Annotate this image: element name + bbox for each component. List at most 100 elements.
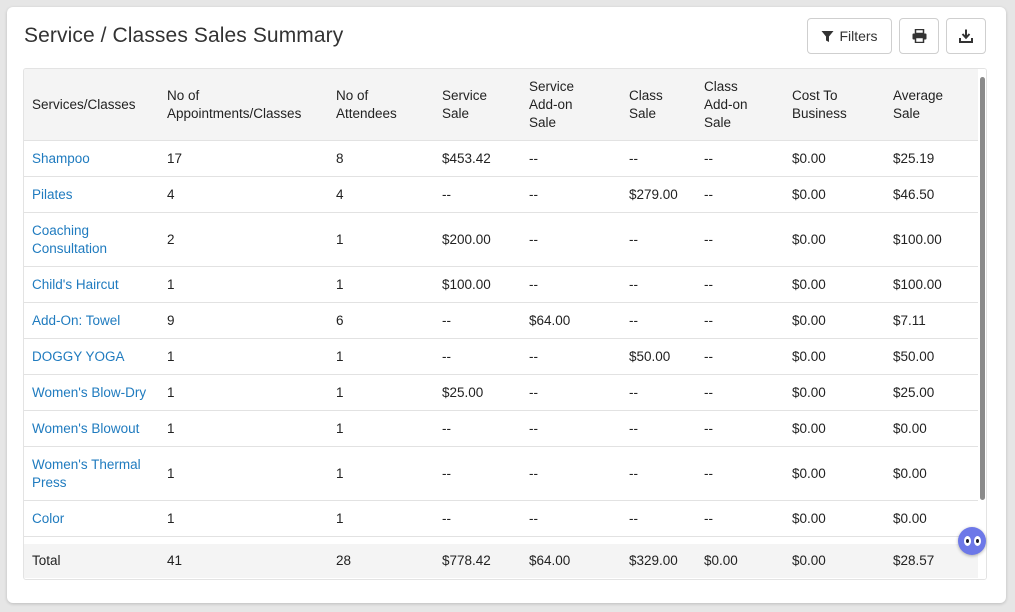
table-cell: --: [521, 266, 621, 303]
column-header[interactable]: Class Add-on Sale: [696, 69, 784, 141]
chat-bot-eye: [973, 536, 981, 546]
table-cell: $25.19: [885, 140, 978, 177]
table-cell: --: [521, 374, 621, 411]
table-row: Child's Haircut 1 1 $100.00 -- -- -- $0.00 $100.…: [24, 266, 978, 303]
table-cell: --: [434, 446, 521, 501]
service-link[interactable]: Women's Blow-Dry: [32, 385, 146, 400]
table-cell: $0.00: [784, 266, 885, 303]
table-cell: 1: [328, 500, 434, 537]
table-cell: 1: [159, 446, 328, 501]
table-cell: $50.00: [621, 338, 696, 375]
table-cell: 9: [159, 302, 328, 339]
service-link[interactable]: Add-On: Towel: [32, 313, 120, 328]
table-cell: 17: [159, 140, 328, 177]
table-cell: --: [434, 410, 521, 447]
column-header[interactable]: Cost To Business: [784, 69, 885, 141]
column-header[interactable]: Services/Classes: [24, 69, 159, 141]
download-icon: [959, 29, 973, 43]
total-cell: $0.00: [696, 544, 784, 578]
service-cell: Pilates: [24, 176, 159, 213]
table-row: Color 1 1 -- -- -- -- $0.00 $0.00: [24, 500, 978, 537]
table-cell: --: [521, 176, 621, 213]
table-row: Add-On: Towel 9 6 -- $64.00 -- -- $0.00 $7.11: [24, 302, 978, 339]
table-cell: --: [696, 212, 784, 267]
table-cell: --: [696, 374, 784, 411]
table-cell: $100.00: [885, 266, 978, 303]
table-cell: --: [434, 302, 521, 339]
table-cell: $64.00: [521, 302, 621, 339]
table-cell: $200.00: [434, 212, 521, 267]
table-cell: $0.00: [784, 212, 885, 267]
table-cell: --: [521, 212, 621, 267]
table-cell: 2: [159, 212, 328, 267]
table-spacer: [24, 537, 978, 545]
table-cell: --: [521, 410, 621, 447]
table-cell: 1: [328, 266, 434, 303]
column-header-label: Service Sale: [442, 87, 488, 121]
table-cell: --: [434, 500, 521, 537]
table-cell: $0.00: [784, 410, 885, 447]
table-cell: 1: [328, 446, 434, 501]
table-cell: 4: [159, 176, 328, 213]
table-cell: $100.00: [885, 212, 978, 267]
print-icon: [912, 29, 927, 43]
service-link[interactable]: Coaching Consultation: [32, 222, 122, 258]
table-cell: $25.00: [885, 374, 978, 411]
table-cell: --: [621, 212, 696, 267]
table-cell: --: [621, 446, 696, 501]
service-link[interactable]: Pilates: [32, 187, 73, 202]
service-link[interactable]: Child's Haircut: [32, 277, 119, 292]
table-header-row: Services/Classes No of Appointments/Clas…: [24, 69, 978, 141]
service-link[interactable]: DOGGY YOGA: [32, 349, 125, 364]
table-cell: $0.00: [784, 374, 885, 411]
scrollbar-thumb[interactable]: [980, 77, 985, 500]
table-cell: $0.00: [885, 410, 978, 447]
print-button[interactable]: [899, 18, 939, 54]
table-cell: 1: [159, 266, 328, 303]
table-cell: $0.00: [784, 302, 885, 339]
table-cell: --: [696, 446, 784, 501]
table-cell: 1: [159, 338, 328, 375]
service-cell: DOGGY YOGA: [24, 338, 159, 375]
table-cell: --: [696, 140, 784, 177]
service-cell: Women's Thermal Press: [24, 446, 159, 501]
table-cell: --: [434, 338, 521, 375]
download-button[interactable]: [946, 18, 986, 54]
column-header[interactable]: Service Add-on Sale: [521, 69, 621, 141]
table-cell: --: [521, 500, 621, 537]
table-cell: $25.00: [434, 374, 521, 411]
table-cell: --: [696, 500, 784, 537]
table-cell: $0.00: [784, 338, 885, 375]
service-link[interactable]: Color: [32, 511, 64, 526]
table-row: Shampoo 17 8 $453.42 -- -- -- $0.00 $25.19: [24, 140, 978, 177]
column-header[interactable]: No of Appointments/Classes: [159, 69, 328, 141]
total-cell: $64.00: [521, 544, 621, 578]
table-cell: --: [696, 176, 784, 213]
total-cell: 28: [328, 544, 434, 578]
column-header[interactable]: Service Sale: [434, 69, 521, 141]
table-row: DOGGY YOGA 1 1 -- -- $50.00 -- $0.00 $50.00: [24, 338, 978, 375]
table-cell: --: [521, 338, 621, 375]
table-cell: 1: [159, 500, 328, 537]
table-cell: --: [621, 410, 696, 447]
page-title: Service / Classes Sales Summary: [24, 24, 344, 47]
filters-button[interactable]: Filters: [807, 18, 892, 54]
table-cell: --: [621, 266, 696, 303]
table-cell: $7.11: [885, 302, 978, 339]
table-row: Women's Thermal Press 1 1 -- -- -- -- $0.00 $0.0…: [24, 446, 978, 501]
chat-bot-icon[interactable]: [958, 527, 986, 555]
column-header[interactable]: Class Sale: [621, 69, 696, 141]
report-card: Service / Classes Sales Summary Filters: [7, 7, 1006, 603]
service-link[interactable]: Women's Thermal Press: [32, 456, 142, 492]
service-cell: Women's Blow-Dry: [24, 374, 159, 411]
table-cell: 6: [328, 302, 434, 339]
service-link[interactable]: Shampoo: [32, 151, 90, 166]
column-header[interactable]: Average Sale: [885, 69, 978, 141]
service-link[interactable]: Women's Blowout: [32, 421, 139, 436]
total-cell: $778.42: [434, 544, 521, 578]
column-header[interactable]: No of Attendees: [328, 69, 434, 141]
table-row: Pilates 4 4 -- -- $279.00 -- $0.00 $46.50: [24, 176, 978, 213]
column-header-label: Class Sale: [629, 87, 663, 121]
table-cell: --: [696, 338, 784, 375]
vertical-scrollbar[interactable]: [979, 69, 986, 579]
